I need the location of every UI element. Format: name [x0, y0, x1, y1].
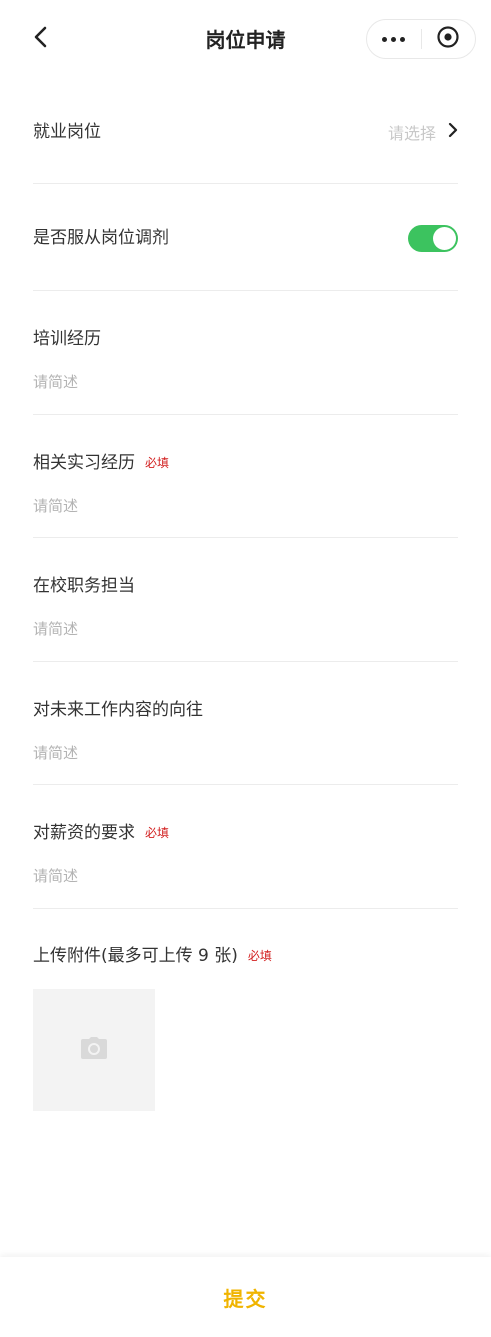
- mini-program-capsule: [366, 19, 476, 59]
- internship-label-text: 相关实习经历: [33, 452, 135, 473]
- training-input[interactable]: [33, 371, 458, 399]
- campus-role-label: 在校职务担当: [33, 576, 135, 596]
- more-dots-icon: [380, 36, 407, 42]
- required-badge: 必填: [145, 455, 170, 470]
- future-work-row: 对未来工作内容的向往: [33, 662, 458, 785]
- navigation-bar: 岗位申请: [0, 0, 491, 80]
- internship-input[interactable]: [33, 494, 458, 523]
- toggle-knob: [433, 227, 456, 250]
- salary-input[interactable]: [33, 865, 458, 893]
- more-button[interactable]: [367, 20, 421, 58]
- required-badge: 必填: [247, 949, 272, 963]
- obey-adjust-toggle[interactable]: [408, 225, 458, 252]
- future-work-input[interactable]: [33, 741, 458, 770]
- campus-role-row: 在校职务担当: [33, 538, 458, 662]
- job-select-placeholder: 请选择: [387, 124, 436, 143]
- camera-icon: [80, 1036, 108, 1064]
- required-badge: 必填: [145, 826, 170, 840]
- bottom-bar: 提交: [0, 1257, 491, 1337]
- obey-adjust-label: 是否服从岗位调剂: [33, 228, 169, 248]
- upload-image-button[interactable]: [33, 989, 155, 1111]
- job-row: 就业岗位 请选择: [33, 80, 458, 184]
- chevron-right-icon: [448, 122, 458, 142]
- upload-label-text: 上传附件(最多可上传 9 张): [33, 946, 238, 966]
- close-circle-icon: [436, 25, 460, 53]
- upload-label: 上传附件(最多可上传 9 张) 必填: [33, 944, 272, 968]
- salary-row: 对薪资的要求 必填: [33, 785, 458, 909]
- salary-label-text: 对薪资的要求: [33, 823, 135, 843]
- future-work-label: 对未来工作内容的向往: [33, 699, 203, 720]
- application-form: 就业岗位 请选择 是否服从岗位调剂 培训经历 相关实习经历必填 在校职务担当 对…: [33, 80, 458, 909]
- training-row: 培训经历: [33, 291, 458, 415]
- salary-label: 对薪资的要求 必填: [33, 821, 169, 845]
- campus-role-input[interactable]: [33, 618, 458, 646]
- job-label: 就业岗位: [33, 122, 101, 142]
- obey-adjust-row: 是否服从岗位调剂: [33, 184, 458, 291]
- internship-label: 相关实习经历 必填: [33, 451, 169, 475]
- close-button[interactable]: [421, 20, 475, 58]
- internship-row: 相关实习经历 必填: [33, 415, 458, 538]
- submit-button[interactable]: 提交: [184, 1275, 308, 1320]
- job-select[interactable]: 请选择: [388, 120, 458, 144]
- training-label: 培训经历: [33, 329, 101, 349]
